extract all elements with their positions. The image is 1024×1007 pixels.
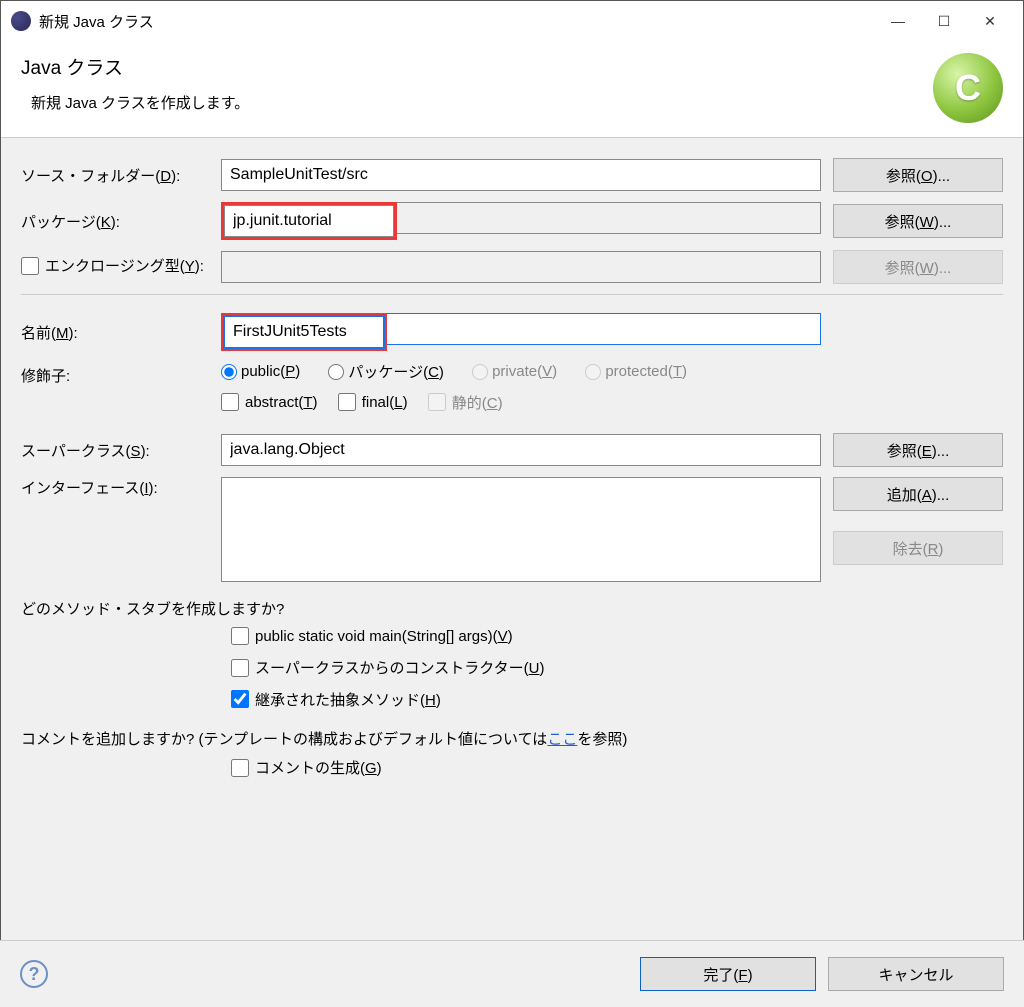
header-subtitle: 新規 Java クラスを作成します。 bbox=[31, 92, 933, 113]
close-button[interactable]: ✕ bbox=[967, 1, 1013, 41]
finish-button[interactable]: 完了(F) bbox=[640, 957, 816, 991]
cancel-button[interactable]: キャンセル bbox=[828, 957, 1004, 991]
enclosing-type-checkbox[interactable] bbox=[21, 257, 39, 275]
template-link[interactable]: ここ bbox=[547, 731, 577, 748]
modifiers-label: 修飾子: bbox=[21, 361, 221, 386]
browse-superclass-button[interactable]: 参照(E)... bbox=[833, 433, 1003, 467]
super-constructor-checkbox[interactable] bbox=[231, 659, 249, 677]
interfaces-list[interactable] bbox=[221, 477, 821, 582]
dialog-header: Java クラス 新規 Java クラスを作成します。 C bbox=[1, 41, 1023, 137]
comments-question: コメントを追加しますか? (テンプレートの構成およびデフォルト値についてはここを… bbox=[21, 728, 1003, 749]
public-radio[interactable] bbox=[221, 364, 237, 380]
main-method-checkbox[interactable] bbox=[231, 627, 249, 645]
titlebar: 新規 Java クラス — ☐ ✕ bbox=[1, 1, 1023, 41]
maximize-button[interactable]: ☐ bbox=[921, 1, 967, 41]
dialog-footer: ? 完了(F) キャンセル bbox=[0, 940, 1024, 1007]
name-input[interactable] bbox=[224, 316, 384, 348]
minimize-button[interactable]: — bbox=[875, 1, 921, 41]
app-icon bbox=[11, 11, 31, 31]
browse-enclosing-button: 参照(W)... bbox=[833, 250, 1003, 284]
class-icon: C bbox=[933, 53, 1003, 123]
interfaces-label: インターフェース(I): bbox=[21, 477, 221, 498]
abstract-checkbox[interactable] bbox=[221, 393, 239, 411]
header-title: Java クラス bbox=[21, 53, 933, 80]
final-checkbox[interactable] bbox=[338, 393, 356, 411]
source-folder-input[interactable] bbox=[221, 159, 821, 191]
browse-package-button[interactable]: 参照(W)... bbox=[833, 204, 1003, 238]
package-label: パッケージ(K): bbox=[21, 211, 221, 232]
static-checkbox bbox=[428, 393, 446, 411]
add-interface-button[interactable]: 追加(A)... bbox=[833, 477, 1003, 511]
superclass-input[interactable] bbox=[221, 434, 821, 466]
private-radio bbox=[472, 364, 488, 380]
enclosing-type-label: エンクロージング型(Y): bbox=[21, 255, 221, 279]
package-radio[interactable] bbox=[328, 364, 344, 380]
enclosing-type-input bbox=[221, 251, 821, 283]
source-folder-label: ソース・フォルダー(D): bbox=[21, 165, 221, 186]
help-icon[interactable]: ? bbox=[20, 960, 48, 988]
generate-comments-checkbox[interactable] bbox=[231, 759, 249, 777]
stubs-question: どのメソッド・スタブを作成しますか? bbox=[21, 598, 1003, 619]
window-title: 新規 Java クラス bbox=[39, 11, 154, 32]
superclass-label: スーパークラス(S): bbox=[21, 440, 221, 461]
browse-source-button[interactable]: 参照(O)... bbox=[833, 158, 1003, 192]
name-label: 名前(M): bbox=[21, 322, 221, 343]
protected-radio bbox=[585, 364, 601, 380]
package-input[interactable] bbox=[224, 205, 394, 237]
remove-interface-button: 除去(R) bbox=[833, 531, 1003, 565]
inherited-abstract-checkbox[interactable] bbox=[231, 690, 249, 708]
